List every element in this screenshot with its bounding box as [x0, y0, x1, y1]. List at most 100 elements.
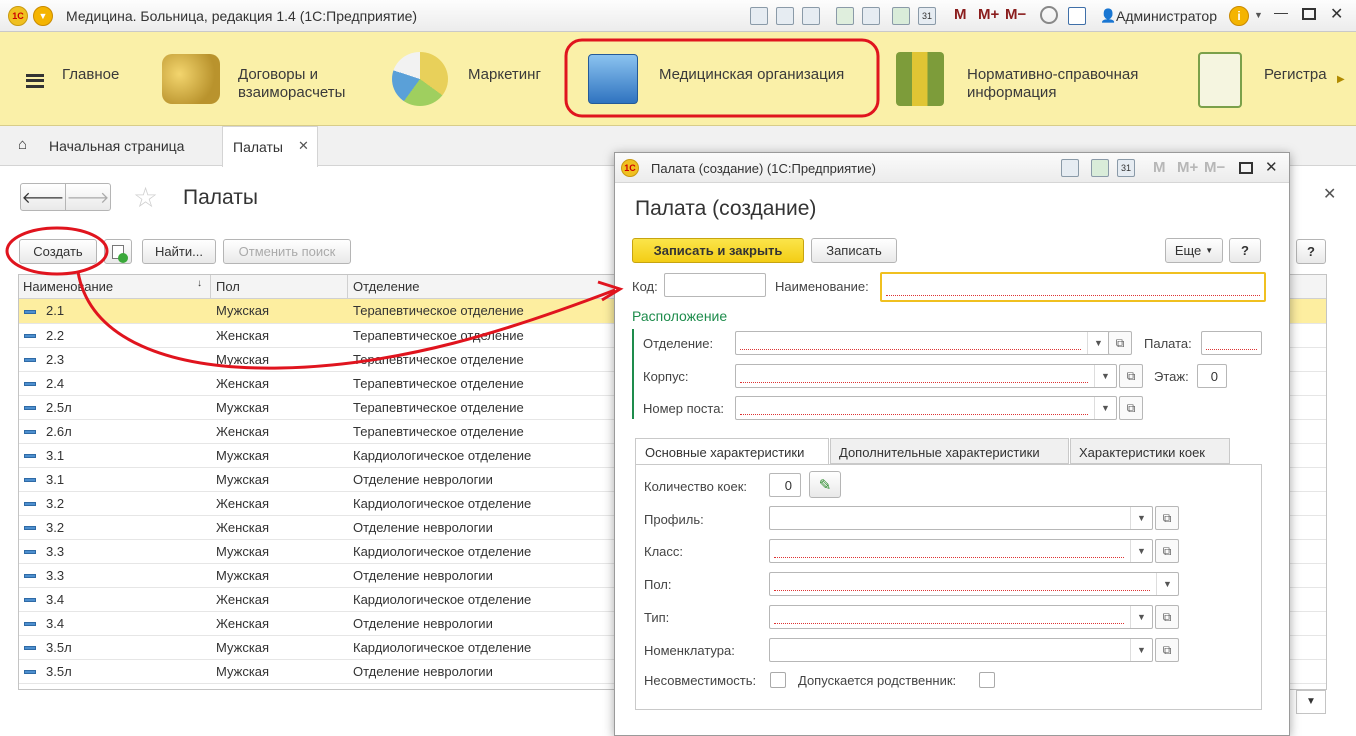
class-select[interactable]: ▼ — [769, 539, 1153, 563]
dropdown-icon[interactable]: ▼ — [1156, 573, 1178, 595]
preview-icon[interactable] — [802, 7, 820, 25]
column-sex[interactable]: Пол — [216, 279, 240, 294]
star-icon[interactable]: ☆ — [133, 181, 158, 214]
column-department[interactable]: Отделение — [353, 279, 420, 294]
code-input[interactable] — [664, 273, 766, 297]
edit-pencil-icon[interactable]: ✎ — [809, 471, 841, 498]
modal-close-button[interactable]: ✕ — [1265, 158, 1278, 176]
cell-name: 3.3 — [19, 539, 211, 564]
memory-minus-button[interactable]: M− — [1005, 6, 1026, 23]
scroll-down-button[interactable]: ▼ — [1296, 690, 1326, 714]
close-window-button[interactable]: ✕ — [1330, 4, 1343, 24]
save-button[interactable]: Записать — [811, 238, 897, 263]
department-select[interactable]: ▼ — [735, 331, 1110, 355]
building-open-button[interactable]: ⧉ — [1119, 364, 1143, 388]
window-title: Медицина. Больница, редакция 1.4 (1С:Пре… — [66, 8, 418, 24]
department-open-button[interactable]: ⧉ — [1108, 331, 1132, 355]
menu-icon[interactable] — [26, 74, 44, 88]
dropdown-icon[interactable]: ▼ — [1087, 332, 1109, 354]
ward-input[interactable] — [1201, 331, 1262, 355]
info-icon[interactable]: i — [1229, 6, 1249, 26]
tab-additional-characteristics[interactable]: Дополнительные характеристики — [830, 438, 1069, 464]
type-select[interactable]: ▼ — [769, 605, 1153, 629]
dropdown-icon[interactable]: ▼ — [1094, 365, 1116, 387]
section-medical-org[interactable]: Медицинская организация — [659, 66, 844, 84]
save-icon[interactable] — [750, 7, 768, 25]
cancel-search-button[interactable]: Отменить поиск — [223, 239, 351, 264]
chevron-down-icon[interactable]: ▼ — [1254, 10, 1263, 20]
class-open-button[interactable]: ⧉ — [1155, 539, 1179, 563]
panels-icon[interactable] — [1068, 7, 1086, 25]
cell-sex: Женская — [211, 491, 348, 516]
zoom-icon[interactable] — [1040, 6, 1058, 24]
current-user[interactable]: Администратор — [1116, 8, 1217, 24]
item-icon — [24, 502, 36, 507]
chevron-down-icon: ▼ — [1205, 246, 1214, 255]
type-open-button[interactable]: ⧉ — [1155, 605, 1179, 629]
save-and-close-button[interactable]: Записать и закрыть — [632, 238, 804, 263]
calendar-icon[interactable]: 31 — [918, 7, 936, 25]
modal-print-icon[interactable] — [1061, 159, 1079, 177]
copy-button[interactable] — [104, 239, 132, 264]
name-label: Наименование: — [775, 279, 869, 294]
column-name[interactable]: Наименование — [23, 279, 113, 294]
tab-bed-characteristics[interactable]: Характеристики коек — [1070, 438, 1230, 464]
beds-input[interactable]: 0 — [769, 473, 801, 497]
profile-select[interactable]: ▼ — [769, 506, 1153, 530]
modal-maximize-button[interactable] — [1239, 162, 1253, 174]
close-tab-icon[interactable]: ✕ — [298, 138, 309, 154]
sex-select[interactable]: ▼ — [769, 572, 1179, 596]
dropdown-icon[interactable]: ▼ — [1130, 540, 1152, 562]
dropdown-icon[interactable]: ▼ — [1130, 507, 1152, 529]
modal-help-button[interactable]: ? — [1229, 238, 1261, 263]
tab-wards[interactable]: Палаты ✕ — [222, 126, 318, 167]
section-main[interactable]: Главное — [62, 66, 119, 84]
maximize-button[interactable] — [1302, 8, 1316, 20]
forward-button[interactable]: 🡒 — [65, 183, 111, 211]
print-icon[interactable] — [776, 7, 794, 25]
post-open-button[interactable]: ⧉ — [1119, 396, 1143, 420]
modal-memory-plus-button[interactable]: M+ — [1177, 159, 1198, 176]
modal-memory-minus-button[interactable]: M− — [1204, 159, 1225, 176]
back-button[interactable]: 🡐 — [20, 183, 66, 211]
incompatibility-checkbox[interactable] — [770, 672, 786, 688]
name-input[interactable] — [880, 272, 1266, 302]
dropdown-icon[interactable]: ▼ — [1130, 606, 1152, 628]
tab-main-characteristics[interactable]: Основные характеристики — [635, 438, 829, 465]
dropdown-icon[interactable]: ▼ — [1130, 639, 1152, 661]
find-button[interactable]: Найти... — [142, 239, 216, 264]
section-contracts[interactable]: Договоры и взаиморасчеты — [238, 66, 378, 102]
post-select[interactable]: ▼ — [735, 396, 1117, 420]
minimize-button[interactable]: — — [1274, 4, 1288, 20]
section-registers[interactable]: Регистра — [1264, 66, 1327, 84]
modal-calendar-icon[interactable]: 31 — [1117, 159, 1135, 177]
dropdown-icon[interactable]: ▼ — [1094, 397, 1116, 419]
pie-chart-icon — [392, 52, 448, 106]
tab-home[interactable]: Начальная страница — [49, 138, 184, 154]
cell-sex: Мужская — [211, 395, 348, 420]
help-button[interactable]: ? — [1296, 239, 1326, 264]
more-button[interactable]: Еще ▼ — [1165, 238, 1223, 263]
modal-memory-m-button[interactable]: M — [1153, 159, 1166, 176]
profile-open-button[interactable]: ⧉ — [1155, 506, 1179, 530]
main-menu-button[interactable]: ▼ — [33, 6, 53, 26]
nomenclature-open-button[interactable]: ⧉ — [1155, 638, 1179, 662]
create-button[interactable]: Создать — [19, 239, 97, 264]
location-group-bar — [632, 329, 634, 419]
link-icon[interactable] — [836, 7, 854, 25]
memory-m-button[interactable]: M — [954, 6, 967, 23]
export-icon[interactable] — [862, 7, 880, 25]
floor-input[interactable]: 0 — [1197, 364, 1227, 388]
memory-plus-button[interactable]: M+ — [978, 6, 999, 23]
nomenclature-select[interactable]: ▼ — [769, 638, 1153, 662]
calculator-icon[interactable] — [892, 7, 910, 25]
cell-sex: Мужская — [211, 467, 348, 492]
close-form-icon[interactable]: ✕ — [1323, 184, 1336, 204]
modal-calculator-icon[interactable] — [1091, 159, 1109, 177]
item-icon — [24, 430, 36, 435]
scroll-right-icon[interactable]: ▶ — [1337, 74, 1345, 85]
relative-checkbox[interactable] — [979, 672, 995, 688]
section-reference-info[interactable]: Нормативно-справочная информация — [967, 66, 1167, 102]
section-marketing[interactable]: Маркетинг — [468, 66, 541, 84]
building-select[interactable]: ▼ — [735, 364, 1117, 388]
